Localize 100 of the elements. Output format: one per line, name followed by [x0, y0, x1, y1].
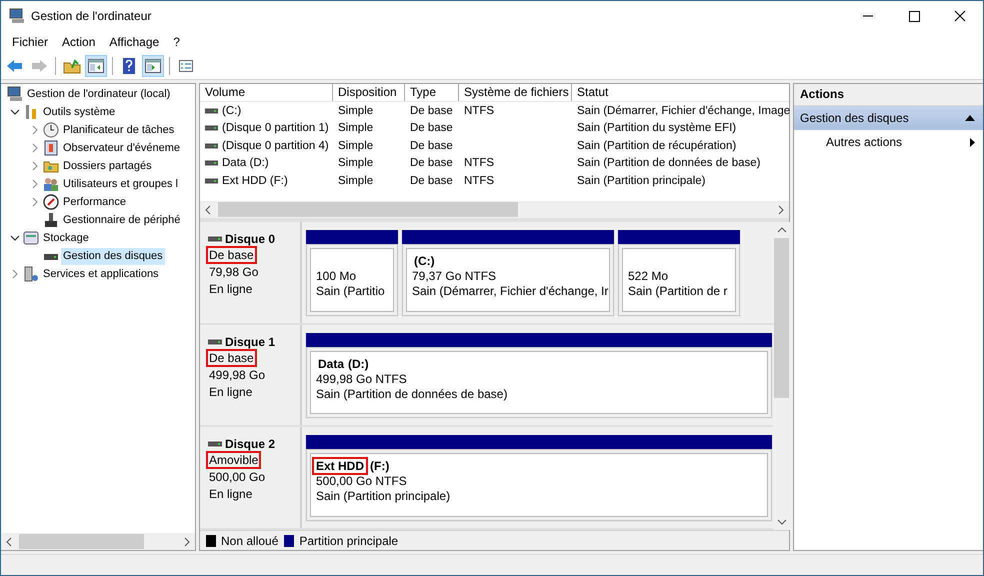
tree-item[interactable]: Utilisateurs et groupes l [61, 176, 180, 192]
column-header[interactable]: Type [405, 84, 459, 101]
caret-right-icon [970, 138, 975, 146]
drive-icon [205, 108, 218, 114]
table-cell: Data (D:) [222, 157, 269, 170]
partition-block[interactable]: (C:) 79,37 Go NTFS Sain (Démarrer, Fichier d'échange, Ir [401, 230, 615, 317]
drive-letter: (D:) [348, 356, 369, 371]
table-cell: NTFS [464, 157, 494, 170]
chevron-right-icon[interactable] [30, 179, 40, 189]
partition-size: 499,98 Go NTFS [316, 372, 408, 387]
partition-status: Sain (Démarrer, Fichier d'échange, Ir [412, 284, 609, 299]
partition-name: Ext HDD [314, 459, 366, 474]
tree-item[interactable]: Stockage [41, 230, 91, 246]
disk-name: Disque 2 [225, 437, 276, 452]
chevron-right-icon[interactable] [30, 161, 40, 171]
disk-size: 499,98 Go [208, 366, 266, 384]
column-header[interactable]: Système de fichiers [459, 84, 572, 101]
tree-item[interactable]: Gestion de l'ordinateur (local) [25, 86, 172, 102]
server-icon [23, 266, 39, 282]
tree-pane-icon[interactable] [85, 55, 107, 77]
action-item[interactable]: Autres actions [794, 130, 983, 154]
chevron-right-icon[interactable] [30, 197, 40, 207]
partition-block[interactable]: 100 Mo Sain (Partitio [305, 230, 399, 317]
table-cell: Simple [338, 104, 374, 117]
partition-block[interactable]: Ext HDD (F:) 500,00 Go NTFS Sain (Partition principale) [305, 435, 773, 522]
disk-type: De base [206, 348, 257, 367]
disk-name: Disque 0 [225, 232, 276, 246]
table-cell: De base [410, 140, 453, 152]
tree-item[interactable]: Planificateur de tâches [61, 122, 176, 138]
table-cell: De base [410, 157, 453, 170]
device-icon [43, 212, 59, 228]
menu-item[interactable]: Fichier [5, 35, 56, 49]
disk-size: 500,00 Go [208, 469, 266, 486]
tree-item[interactable]: Dossiers partagés [61, 158, 154, 174]
partition-size: 79,37 Go NTFS [412, 269, 498, 284]
partition-size: 522 Mo [628, 269, 670, 284]
column-header[interactable]: Disposition [333, 84, 405, 101]
notebook-icon [43, 140, 59, 156]
tree-item[interactable]: Observateur d'événeme [61, 140, 182, 156]
computer-icon [9, 8, 25, 24]
table-cell: Ext HDD (F:) [222, 174, 288, 187]
partition-status: Sain (Partitio [316, 284, 386, 299]
partition-status: Sain (Partition de données de base) [316, 386, 508, 402]
horizontal-scrollbar[interactable] [200, 201, 789, 218]
legend-label: Non alloué [221, 534, 278, 548]
partition-size: 100 Mo [316, 269, 358, 284]
drive-icon [205, 160, 218, 166]
drive-icon [208, 441, 222, 448]
disk-status: En ligne [208, 281, 254, 298]
vertical-scrollbar[interactable] [773, 222, 790, 530]
partition-size: 500,00 Go NTFS [316, 474, 408, 490]
disk-name: Disque 1 [225, 334, 276, 349]
clock-icon [43, 122, 59, 138]
partition-status: Sain (Partition de r [628, 284, 728, 299]
disk-size: 79,98 Go [208, 264, 260, 281]
table-cell: (C:) [222, 104, 242, 117]
table-cell: NTFS [464, 104, 494, 117]
chevron-down-icon[interactable] [10, 233, 20, 243]
storage-icon [23, 230, 39, 246]
table-cell: Simple [338, 174, 374, 187]
action-pane-icon[interactable] [142, 55, 164, 77]
partition-block[interactable]: 522 Mo Sain (Partition de r [617, 230, 741, 317]
menu-item[interactable]: ? [166, 35, 187, 49]
table-cell: Sain (Partition du système EFI) [577, 122, 736, 134]
tree-item[interactable]: Performance [61, 194, 128, 210]
table-cell: Sain (Partition de données de base) [577, 157, 760, 170]
chevron-right-icon[interactable] [30, 143, 40, 153]
drive-icon [208, 338, 222, 345]
menu-item[interactable]: Action [55, 35, 102, 49]
column-header[interactable]: Volume [200, 84, 333, 101]
table-cell: (Disque 0 partition 1) [222, 122, 329, 134]
caret-up-icon [965, 115, 975, 121]
tree-item[interactable]: Gestion des disques [61, 248, 165, 264]
tree-item[interactable]: Outils système [41, 104, 118, 120]
tree-item[interactable]: Services et applications [41, 266, 161, 282]
column-header[interactable]: Statut [572, 84, 789, 101]
drive-icon [205, 125, 218, 132]
disk-type: Amovible [206, 451, 262, 470]
drive-icon [205, 142, 218, 149]
users-icon [43, 176, 59, 192]
chevron-down-icon[interactable] [10, 107, 20, 117]
tree-item[interactable]: Gestionnaire de périphé [61, 212, 182, 228]
drive-letter: (C:) [414, 254, 435, 268]
drive-icon [208, 236, 222, 242]
chevron-right-icon[interactable] [10, 269, 20, 279]
menu-item[interactable]: Affichage [102, 35, 166, 49]
actions-header: Actions [794, 84, 983, 106]
window-title: Gestion de l'ordinateur [31, 9, 152, 23]
table-cell: Simple [338, 122, 374, 134]
chevron-right-icon[interactable] [30, 125, 40, 135]
actions-section[interactable]: Gestion des disques [794, 106, 983, 130]
disk-status: En ligne [208, 384, 254, 401]
disk-status: En ligne [208, 486, 254, 504]
drive-icon [205, 178, 218, 184]
horizontal-scrollbar[interactable] [1, 533, 195, 550]
disk-type: De base [206, 246, 257, 264]
partition-name: Data [318, 356, 344, 371]
table-cell: Simple [338, 157, 374, 170]
table-cell: De base [410, 122, 453, 134]
partition-block[interactable]: Data (D:) 499,98 Go NTFS Sain (Partition de données de base) [305, 332, 773, 420]
